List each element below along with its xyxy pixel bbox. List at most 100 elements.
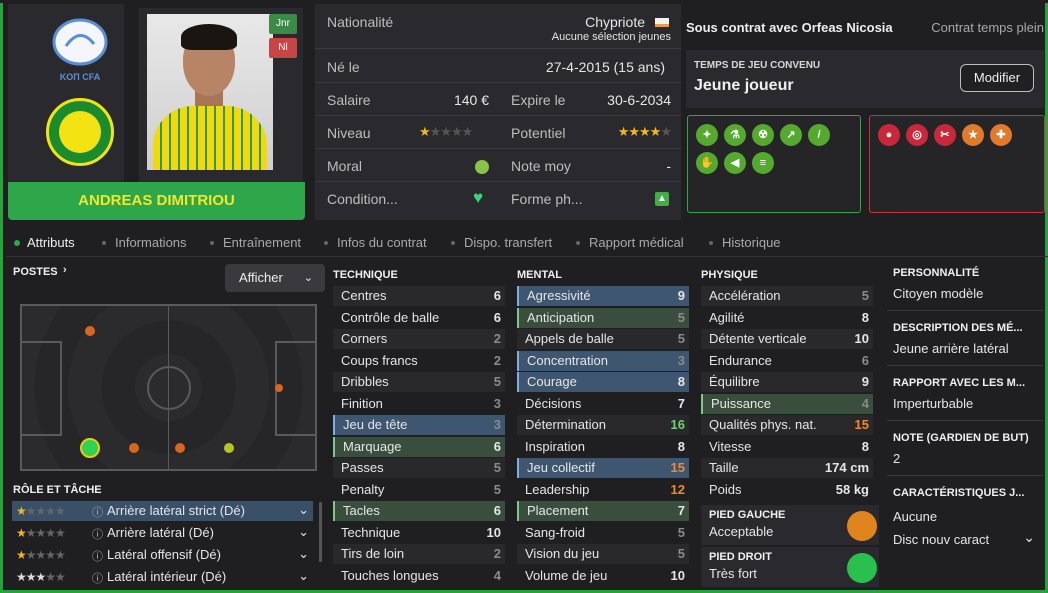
role-item[interactable]: ★★★★★ ⓘ Arrière latéral (Dé) ⌄ — [12, 523, 313, 543]
attribute-row[interactable]: Centres 6 — [333, 286, 505, 306]
handshake-icon[interactable]: ✋ — [696, 152, 718, 174]
boot-icon — [847, 511, 877, 541]
position-marker[interactable] — [224, 443, 234, 453]
position-marker[interactable] — [175, 443, 185, 453]
attribute-row[interactable]: Contrôle de balle 6 — [333, 308, 505, 328]
tab-information[interactable]: Informations — [115, 235, 187, 250]
attribute-row[interactable]: Touches longues 4 — [333, 566, 505, 586]
attribute-row[interactable]: Détente verticale 10 — [701, 329, 873, 349]
media-value: Imperturbable — [893, 396, 974, 411]
level-label: Niveau — [327, 125, 371, 141]
growth-chart-icon[interactable]: ↗ — [780, 124, 802, 146]
tab-transfer[interactable]: Dispo. transfert — [464, 235, 552, 250]
attribute-row[interactable]: Placement 7 — [517, 501, 689, 521]
attribute-row[interactable]: Volume de jeu 10 — [517, 566, 689, 586]
attribute-row[interactable]: Marquage 6 — [333, 436, 505, 457]
attribute-row[interactable]: Anticipation 5 — [517, 307, 689, 328]
nl-badge[interactable]: Nl — [269, 38, 297, 58]
megaphone-icon[interactable]: ◀ — [724, 152, 746, 174]
chevron-down-icon[interactable]: ⌄ — [1023, 529, 1035, 546]
positions-title[interactable]: POSTES — [13, 266, 58, 278]
chevron-down-icon[interactable]: ⌄ — [298, 524, 309, 540]
tab-attributes[interactable]: Attributs — [27, 235, 75, 250]
attribute-row[interactable]: Agressivité 9 — [517, 286, 689, 306]
attribute-row[interactable]: Tacles 6 — [333, 501, 505, 521]
club-crests-panel: KOΠ CFA — [8, 4, 124, 182]
info-icon[interactable]: ⓘ — [92, 570, 103, 586]
attribute-value: 2 — [493, 331, 501, 346]
attribute-row[interactable]: Concentration 3 — [517, 350, 689, 371]
natural-position-marker[interactable] — [80, 438, 100, 458]
attribute-row[interactable]: Accélération 5 — [701, 286, 873, 306]
nationality-value[interactable]: Chypriote — [585, 14, 645, 30]
attribute-row[interactable]: Poids 58 kg — [701, 480, 873, 500]
attribute-row[interactable]: Dribbles 5 — [333, 372, 505, 392]
tab-medical[interactable]: Rapport médical — [589, 235, 684, 250]
info-icon[interactable]: ⓘ — [92, 548, 103, 564]
chevron-down-icon[interactable]: ⌄ — [298, 502, 309, 518]
attribute-row[interactable]: Coups francs 2 — [333, 351, 505, 371]
injury-icon[interactable]: ✂ — [934, 124, 956, 146]
technique-title: TECHNIQUE — [333, 269, 398, 281]
attribute-row[interactable]: Penalty 5 — [333, 480, 505, 500]
attribute-row[interactable]: Finition 3 — [333, 394, 505, 414]
attribute-row[interactable]: Agilité 8 — [701, 308, 873, 328]
right-foot-value: Très fort — [709, 566, 757, 581]
tab-contract[interactable]: Infos du contrat — [337, 235, 427, 250]
junior-badge[interactable]: Jnr — [269, 14, 297, 34]
star-icon[interactable]: ★ — [962, 124, 984, 146]
bandage-icon[interactable]: / — [808, 124, 830, 146]
attribute-row[interactable]: Décisions 7 — [517, 394, 689, 414]
attribute-name: Penalty — [341, 481, 385, 497]
attribute-name: Endurance — [709, 352, 772, 368]
position-marker[interactable] — [275, 384, 283, 392]
footprint-icon[interactable]: ● — [878, 124, 900, 146]
attribute-name: Sang-froid — [525, 524, 585, 540]
attribute-row[interactable]: Jeu collectif 15 — [517, 458, 689, 478]
attribute-name: Vitesse — [709, 438, 752, 454]
attribute-row[interactable]: Technique 10 — [333, 523, 505, 543]
attribute-row[interactable]: Corners 2 — [333, 329, 505, 349]
tab-training[interactable]: Entraînement — [223, 235, 301, 250]
flask-icon[interactable]: ⚗ — [724, 124, 746, 146]
chevron-right-icon[interactable]: › — [63, 264, 67, 276]
attribute-row[interactable]: Courage 8 — [517, 372, 689, 392]
attribute-row[interactable]: Qualités phys. nat. 15 — [701, 415, 873, 435]
chevron-down-icon[interactable]: ⌄ — [298, 568, 309, 584]
role-item[interactable]: ★★★★★ ⓘ Latéral offensif (Dé) ⌄ — [12, 545, 313, 565]
attribute-row[interactable]: Puissance 4 — [701, 393, 873, 414]
attribute-row[interactable]: Inspiration 8 — [517, 437, 689, 457]
attribute-name: Placement — [527, 503, 589, 518]
target-icon[interactable]: ◎ — [906, 124, 928, 146]
show-dropdown[interactable]: Afficher ⌄ — [225, 264, 325, 292]
attribute-value: 9 — [861, 374, 869, 389]
info-icon[interactable]: ⓘ — [92, 526, 103, 542]
attribute-row[interactable]: Équilibre 9 — [701, 372, 873, 392]
brain-icon[interactable]: ✦ — [696, 124, 718, 146]
notepad-icon[interactable]: ≡ — [752, 152, 774, 174]
attribute-row[interactable]: Leadership 12 — [517, 480, 689, 500]
attribute-name: Appels de balle — [525, 331, 614, 346]
attribute-row[interactable]: Appels de balle 5 — [517, 329, 689, 349]
role-label: Arrière latéral strict (Dé) — [107, 503, 245, 518]
info-icon[interactable]: ⓘ — [92, 504, 103, 520]
attribute-row[interactable]: Taille 174 cm — [701, 458, 873, 478]
attribute-row[interactable]: Endurance 6 — [701, 351, 873, 371]
chevron-down-icon[interactable]: ⌄ — [298, 546, 309, 562]
roles-scrollbar[interactable] — [319, 502, 322, 562]
attribute-row[interactable]: Détermination 16 — [517, 415, 689, 435]
attribute-row[interactable]: Jeu de tête 3 — [333, 415, 505, 435]
tab-history[interactable]: Historique — [722, 235, 781, 250]
attribute-row[interactable]: Passes 5 — [333, 458, 505, 478]
medical-cross-icon[interactable]: ✚ — [990, 124, 1012, 146]
role-item[interactable]: ★★★★★ ⓘ Latéral intérieur (Dé) ⌄ — [12, 567, 313, 587]
attribute-row[interactable]: Vision du jeu 5 — [517, 544, 689, 564]
role-item[interactable]: ★★★★★ ⓘ Arrière latéral strict (Dé) ⌄ — [12, 501, 313, 521]
modify-button[interactable]: Modifier — [960, 64, 1034, 92]
radiation-icon[interactable]: ☢ — [752, 124, 774, 146]
attribute-row[interactable]: Tirs de loin 2 — [333, 544, 505, 564]
attribute-row[interactable]: Vitesse 8 — [701, 437, 873, 457]
position-marker[interactable] — [129, 443, 139, 453]
position-marker[interactable] — [85, 326, 95, 336]
attribute-row[interactable]: Sang-froid 5 — [517, 523, 689, 543]
